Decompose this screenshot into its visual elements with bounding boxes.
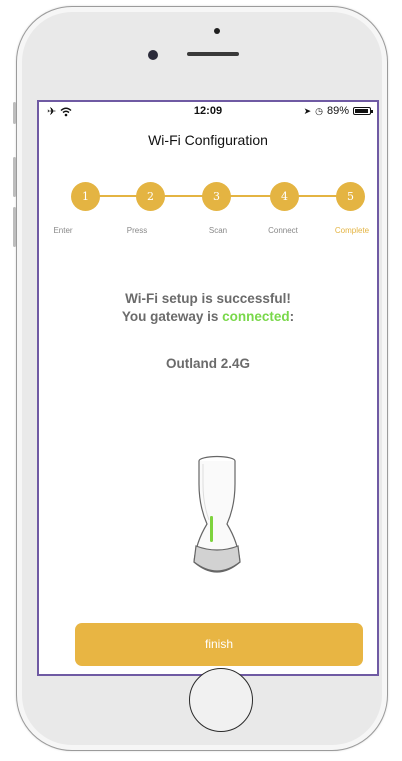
- step-circle-1: 1: [71, 182, 100, 211]
- volume-down-button: [13, 207, 16, 247]
- step-label-connect: Connect: [268, 226, 298, 235]
- step-label-press: Press: [126, 226, 148, 235]
- step-label-enter: Enter: [53, 226, 73, 235]
- status-bar: ✈ 12:09 ➤ ◷ 89%: [39, 102, 377, 122]
- app-screen: ✈ 12:09 ➤ ◷ 89% Wi-Fi Configuration 1 2 …: [37, 100, 379, 676]
- proximity-sensor: [214, 28, 220, 34]
- home-button[interactable]: [189, 668, 253, 732]
- battery-icon: [353, 107, 373, 115]
- success-title: Wi-Fi setup is successful!: [125, 291, 291, 306]
- setup-stepper: 1 2 3 4 5 Enter Press Scan Connect Compl…: [39, 182, 377, 235]
- mute-switch: [13, 102, 16, 124]
- connection-status-line: You gateway is connected:: [121, 309, 295, 324]
- location-icon: ➤: [303, 105, 312, 116]
- finish-button[interactable]: finish: [75, 623, 363, 666]
- step-circle-4: 4: [270, 182, 299, 211]
- volume-up-button: [13, 157, 16, 197]
- step-label-scan: Scan: [208, 226, 228, 235]
- page-title: Wi-Fi Configuration: [148, 132, 268, 148]
- alarm-icon: ◷: [315, 105, 323, 116]
- battery-percent: 89%: [326, 105, 349, 117]
- front-camera: [148, 50, 158, 60]
- connected-status: connected: [222, 309, 290, 324]
- network-ssid: Outland 2.4G: [165, 356, 250, 371]
- success-message: Wi-Fi setup is successful! You gateway i…: [39, 290, 377, 326]
- earpiece-speaker: [187, 52, 239, 56]
- step-label-complete: Complete: [334, 226, 370, 235]
- step-circle-3: 3: [202, 182, 231, 211]
- step-circle-5: 5: [336, 182, 365, 211]
- step-circle-2: 2: [136, 182, 165, 211]
- gateway-device-image: [193, 455, 241, 573]
